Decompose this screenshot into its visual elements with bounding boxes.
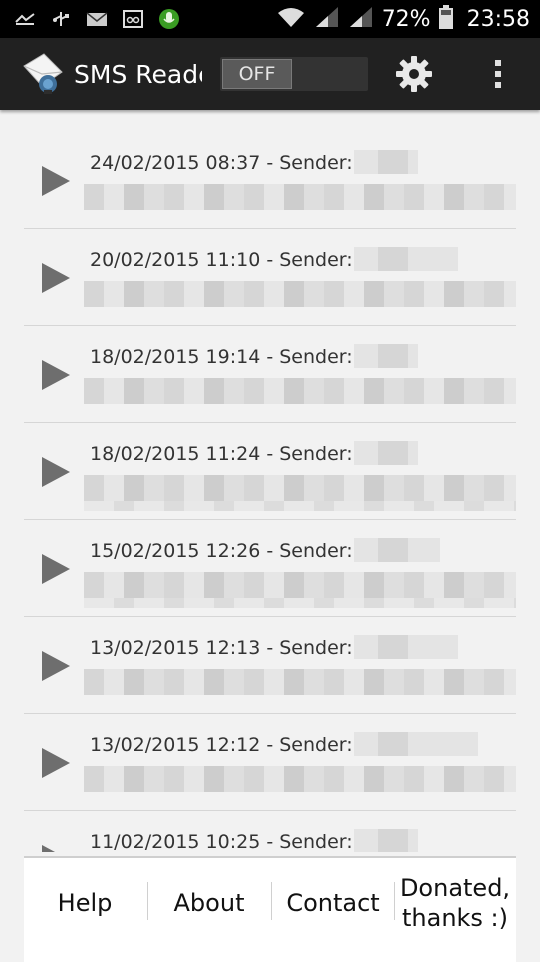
help-label: Help [57,889,113,917]
message-body-redacted [84,598,516,608]
message-header: 15/02/2015 12:26 - Sender: [90,540,353,562]
sender-redacted [354,247,458,271]
message-header: 24/02/2015 08:37 - Sender: [90,152,353,174]
toggle-label: OFF [222,59,292,89]
system-status: 72% 23:58 [276,4,530,34]
contact-label: Contact [286,889,380,917]
usb-icon [50,10,72,28]
settings-button[interactable] [394,54,434,94]
help-button[interactable]: Help [24,858,146,948]
bottom-bar: Help About Contact Donated, thanks :) [24,856,516,962]
notification-icons [14,7,180,31]
message-body-redacted [84,501,516,511]
list-item[interactable]: 13/02/2015 12:12 - Sender: [24,714,516,811]
sender-redacted [354,829,418,852]
message-body-redacted [84,669,516,695]
about-button[interactable]: About [148,858,270,948]
list-item[interactable]: 11/02/2015 10:25 - Sender: [24,811,516,852]
message-header: 18/02/2015 19:14 - Sender: [90,346,353,368]
about-label: About [173,889,245,917]
missed-call-icon [14,10,36,28]
message-header: 11/02/2015 10:25 - Sender: [90,831,353,852]
play-icon[interactable] [40,455,72,489]
list-item[interactable]: 24/02/2015 08:37 - Sender: [24,132,516,229]
wifi-icon [276,5,306,33]
message-body-redacted [84,378,516,404]
message-body-redacted [84,281,516,307]
sender-redacted [354,635,458,659]
play-icon[interactable] [40,746,72,780]
play-icon[interactable] [40,649,72,683]
sender-redacted [354,344,418,368]
donate-button[interactable]: Donated, thanks :) [395,858,515,948]
message-body-redacted [84,766,516,792]
message-body-redacted [84,572,516,598]
email-icon [86,10,108,28]
battery-percent: 72% [381,6,431,32]
message-body-redacted [84,475,516,501]
sender-redacted [354,732,478,756]
play-icon[interactable] [40,164,72,198]
sender-redacted [354,441,418,465]
mic-icon [158,9,180,29]
sender-redacted [354,538,440,562]
signal-icon [348,5,374,33]
play-icon[interactable] [40,843,72,852]
donated-label-line2: thanks :) [401,904,509,932]
signal-icon [314,5,340,33]
action-bar: SMS Reader OFF [0,38,540,110]
message-header: 20/02/2015 11:10 - Sender: [90,249,353,271]
list-item[interactable]: 18/02/2015 11:24 - Sender: [24,423,516,520]
app-title: SMS Reader [74,60,202,89]
overflow-menu-button[interactable] [486,54,510,94]
play-icon[interactable] [40,261,72,295]
gear-icon [396,56,432,92]
sms-reader-logo-icon [20,52,66,96]
message-header: 13/02/2015 12:12 - Sender: [90,734,353,756]
play-icon[interactable] [40,552,72,586]
list-item[interactable]: 18/02/2015 19:14 - Sender: [24,326,516,423]
message-body-redacted [84,184,516,210]
donated-label-line1: Donated, [399,874,511,902]
list-item[interactable]: 13/02/2015 12:13 - Sender: [24,617,516,714]
sender-redacted [354,150,418,174]
status-bar: 72% 23:58 [0,0,540,38]
message-header: 18/02/2015 11:24 - Sender: [90,443,353,465]
list-item[interactable]: 20/02/2015 11:10 - Sender: [24,229,516,326]
voicemail-icon [122,10,144,28]
reader-toggle[interactable]: OFF [220,57,368,91]
message-list[interactable]: 24/02/2015 08:37 - Sender: 20/02/2015 11… [24,132,516,852]
battery-icon [438,5,453,33]
contact-button[interactable]: Contact [272,858,394,948]
message-header: 13/02/2015 12:13 - Sender: [90,637,353,659]
more-vert-icon [495,60,501,88]
clock: 23:58 [466,6,530,32]
play-icon[interactable] [40,358,72,392]
list-item[interactable]: 15/02/2015 12:26 - Sender: [24,520,516,617]
